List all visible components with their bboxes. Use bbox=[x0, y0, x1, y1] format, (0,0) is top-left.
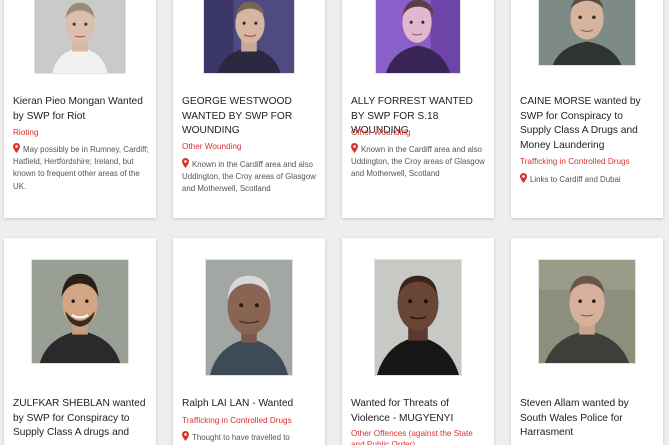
wanted-card[interactable]: ZULFKAR SHEBLAN wanted by SWP for Conspi… bbox=[4, 238, 156, 445]
location-text: Known in the Cardiff area and also Uddin… bbox=[182, 158, 319, 196]
card-title[interactable]: Steven Allam wanted by South Wales Polic… bbox=[520, 397, 655, 441]
location-value: May possibly be in Rumney, Cardiff; Hatf… bbox=[13, 145, 149, 191]
suspect-photo[interactable] bbox=[205, 259, 293, 376]
suspect-photo[interactable] bbox=[538, 0, 636, 66]
card-title[interactable]: ZULFKAR SHEBLAN wanted by SWP for Conspi… bbox=[13, 397, 148, 441]
suspect-photo[interactable] bbox=[538, 259, 636, 364]
card-title[interactable]: Wanted for Threats of Violence - MUGYENY… bbox=[351, 397, 486, 426]
location-value: Thought to have travelled to bbox=[192, 433, 290, 442]
wanted-card[interactable]: Kieran Pieo Mongan Wanted by SWP for Rio… bbox=[4, 0, 156, 218]
wanted-card[interactable]: CAINE MORSE wanted by SWP for Conspiracy… bbox=[511, 0, 663, 218]
crime-category[interactable]: Trafficking in Controlled Drugs bbox=[520, 156, 655, 167]
map-pin-icon bbox=[13, 143, 20, 153]
wanted-card[interactable]: Ralph LAI LAN - Wanted Trafficking in Co… bbox=[173, 238, 325, 445]
location-text: Links to Cardiff and Dubai bbox=[520, 173, 657, 186]
wanted-card[interactable]: Steven Allam wanted by South Wales Polic… bbox=[511, 238, 663, 445]
location-text: May possibly be in Rumney, Cardiff; Hatf… bbox=[13, 143, 150, 193]
wanted-card[interactable]: GEORGE WESTWOOD WANTED BY SWP FOR WOUNDI… bbox=[173, 0, 325, 218]
map-pin-icon bbox=[182, 158, 189, 168]
location-value: Known in the Cardiff area and also Uddin… bbox=[351, 145, 485, 179]
wanted-card[interactable]: Wanted for Threats of Violence - MUGYENY… bbox=[342, 238, 494, 445]
location-text: Known in the Cardiff area and also Uddin… bbox=[351, 143, 488, 181]
location-text: Thought to have travelled to bbox=[182, 431, 319, 444]
card-title[interactable]: Ralph LAI LAN - Wanted bbox=[182, 397, 317, 412]
location-value: Known in the Cardiff area and also Uddin… bbox=[182, 160, 316, 194]
card-title[interactable]: CAINE MORSE wanted by SWP for Conspiracy… bbox=[520, 95, 655, 153]
wanted-card[interactable]: ALLY FORREST WANTED BY SWP FOR S.18 WOUN… bbox=[342, 0, 494, 218]
crime-category[interactable]: Other Wounding bbox=[182, 141, 317, 152]
card-title[interactable]: GEORGE WESTWOOD WANTED BY SWP FOR WOUNDI… bbox=[182, 95, 317, 139]
map-pin-icon bbox=[182, 431, 189, 441]
suspect-photo[interactable] bbox=[203, 0, 295, 74]
suspect-photo[interactable] bbox=[34, 0, 126, 74]
crime-category[interactable]: Rioting bbox=[13, 127, 148, 138]
crime-category[interactable]: Other Wounding bbox=[351, 127, 486, 138]
suspect-photo[interactable] bbox=[31, 259, 129, 364]
crime-category[interactable]: Trafficking in Controlled Drugs bbox=[182, 415, 317, 426]
suspect-photo[interactable] bbox=[374, 259, 462, 376]
location-value: Links to Cardiff and Dubai bbox=[530, 175, 621, 184]
crime-category[interactable]: Other Offences (against the State and Pu… bbox=[351, 428, 486, 445]
card-title[interactable]: Kieran Pieo Mongan Wanted by SWP for Rio… bbox=[13, 95, 148, 124]
map-pin-icon bbox=[351, 143, 358, 153]
map-pin-icon bbox=[520, 173, 527, 183]
suspect-photo[interactable] bbox=[375, 0, 461, 74]
